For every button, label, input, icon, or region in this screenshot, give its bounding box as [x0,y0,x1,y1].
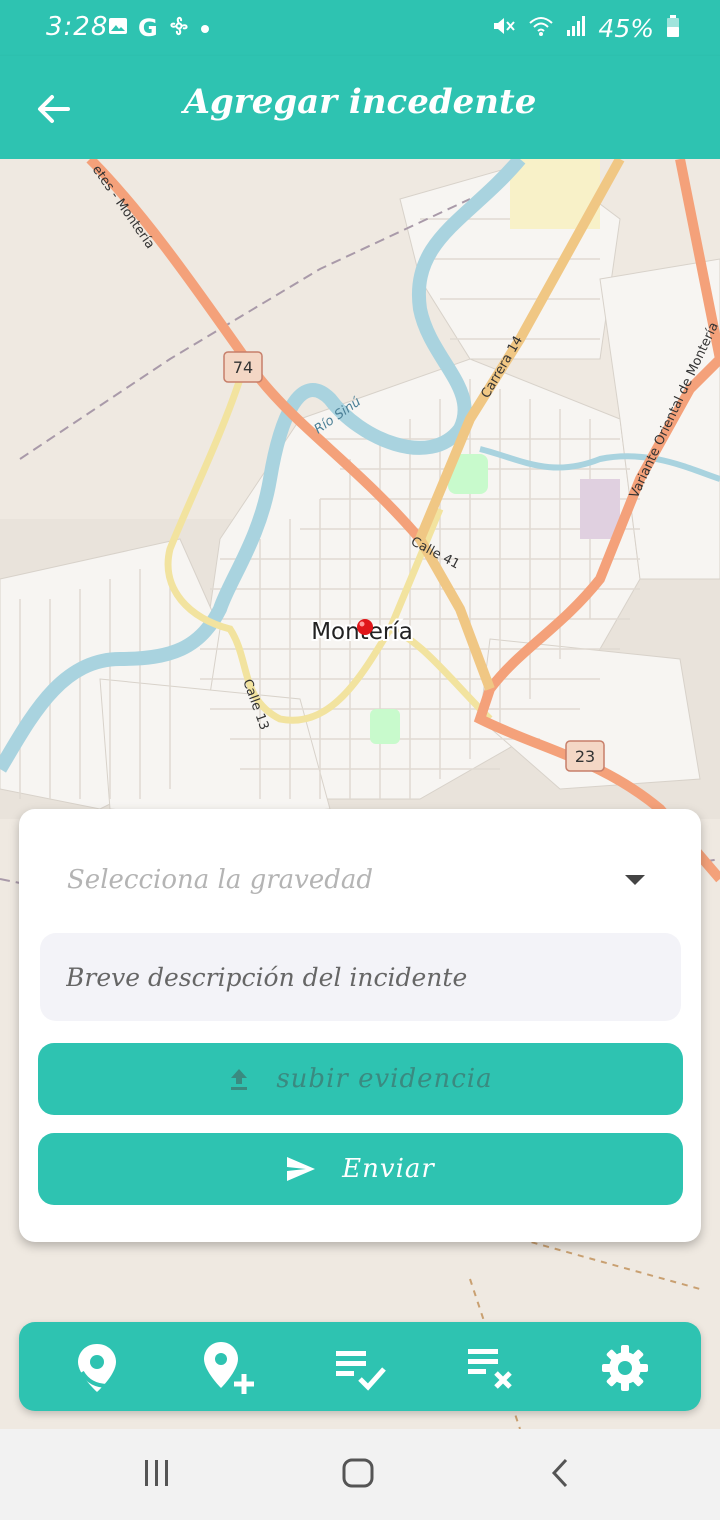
send-label: Enviar [342,1154,435,1184]
recents-button[interactable] [142,1455,172,1495]
nav-item-list-remove[interactable] [465,1340,521,1396]
home-button[interactable] [340,1455,376,1495]
nav-item-map[interactable] [69,1340,125,1396]
location-marker[interactable] [357,619,373,635]
upload-evidence-button[interactable]: subir evidencia [38,1043,683,1115]
upload-evidence-label: subir evidencia [276,1064,493,1094]
caret-down-icon [625,875,645,885]
system-back-button[interactable] [546,1455,574,1495]
status-right-icons: 45% [492,14,680,43]
page-title: Agregar incedente [183,82,537,122]
nav-item-add-location[interactable] [201,1340,257,1396]
dot-icon [200,19,210,38]
fan-icon [168,15,190,41]
battery-percent: 45% [598,14,654,43]
mute-icon [492,14,516,43]
severity-placeholder: Selecciona la gravedad [67,865,374,895]
route-badge-23: 23 [575,747,595,766]
signal-icon [566,14,586,43]
route-badge-74: 74 [233,358,253,377]
google-icon: G [138,14,158,42]
severity-dropdown[interactable]: Selecciona la gravedad [39,839,679,919]
bottom-nav [19,1322,701,1411]
upload-icon [231,1069,248,1090]
app-bar: Agregar incedente [0,56,720,159]
nav-item-list-check[interactable] [333,1340,389,1396]
back-icon [551,1458,568,1488]
nav-item-settings[interactable] [597,1340,653,1396]
recents-icon [145,1460,168,1486]
description-input[interactable] [40,933,681,1021]
status-time: 3:28 [46,12,109,42]
incident-form-card: Selecciona la gravedad subir evidencia E… [19,809,701,1242]
status-bar: 3:28 G 45% [0,0,720,56]
list-remove-icon [468,1349,512,1389]
list-check-icon [336,1351,386,1391]
home-icon [342,1458,374,1488]
send-icon [287,1157,316,1181]
map-pin-icon [78,1344,116,1392]
image-icon [108,16,128,40]
system-nav-bar [0,1429,720,1520]
status-left-icons: G [108,15,210,41]
battery-icon [666,14,680,43]
send-button[interactable]: Enviar [38,1133,683,1205]
wifi-icon [528,14,554,43]
settings-icon [602,1345,648,1391]
add-location-icon [204,1342,254,1394]
